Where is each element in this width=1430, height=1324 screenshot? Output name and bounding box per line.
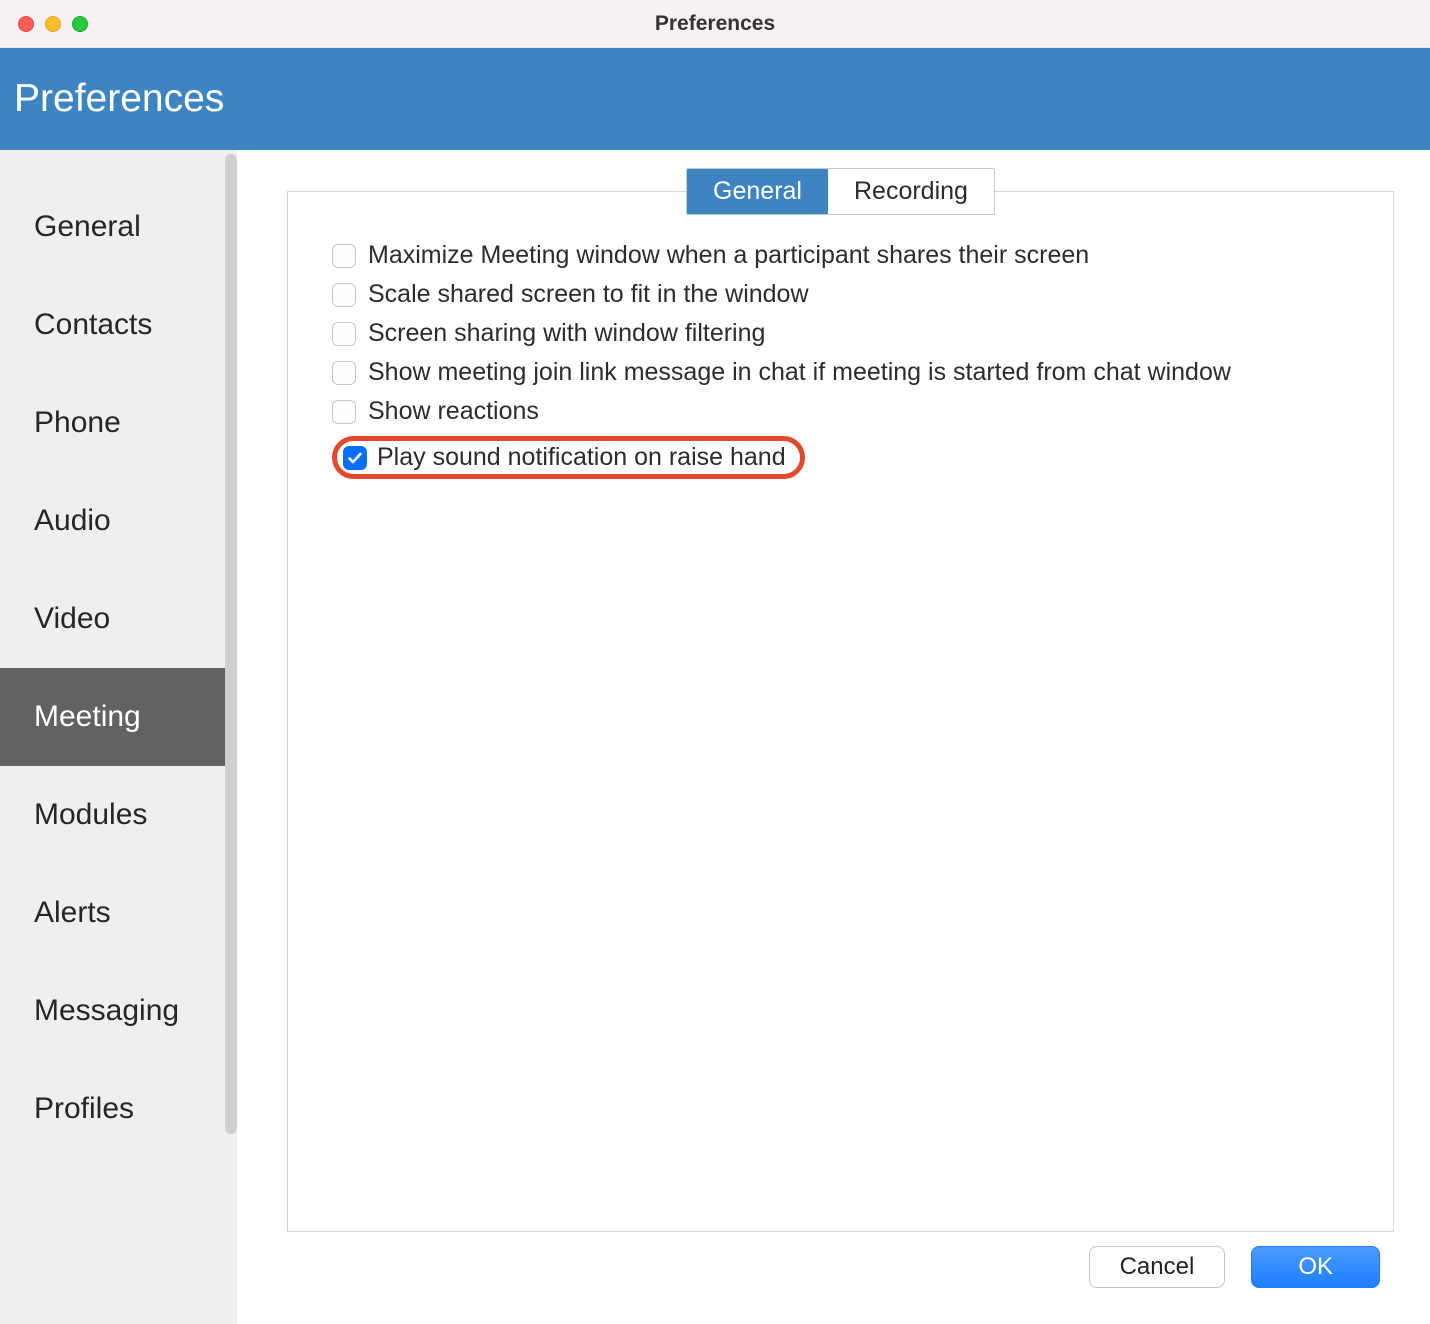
footer: Cancel OK — [287, 1232, 1394, 1306]
checkbox-join-link-chat[interactable] — [332, 361, 356, 385]
page-title: Preferences — [14, 77, 224, 121]
option-raise-hand-sound: Play sound notification on raise hand — [332, 431, 1357, 484]
highlight-annotation: Play sound notification on raise hand — [332, 436, 805, 479]
minimize-window-button[interactable] — [45, 16, 61, 32]
checkbox-window-filtering[interactable] — [332, 322, 356, 346]
option-show-reactions: Show reactions — [332, 392, 1357, 431]
main: GeneralContactsPhoneAudioVideoMeetingMod… — [0, 150, 1430, 1324]
option-label: Screen sharing with window filtering — [368, 319, 765, 348]
checkbox-show-reactions[interactable] — [332, 400, 356, 424]
sidebar-item-general[interactable]: General — [0, 178, 237, 276]
cancel-button[interactable]: Cancel — [1089, 1246, 1226, 1288]
sidebar-item-contacts[interactable]: Contacts — [0, 276, 237, 374]
sidebar-item-alerts[interactable]: Alerts — [0, 864, 237, 962]
option-label: Show meeting join link message in chat i… — [368, 358, 1231, 387]
sidebar-item-video[interactable]: Video — [0, 570, 237, 668]
sidebar-item-audio[interactable]: Audio — [0, 472, 237, 570]
option-label: Scale shared screen to fit in the window — [368, 280, 809, 309]
titlebar: Preferences — [0, 0, 1430, 48]
zoom-window-button[interactable] — [72, 16, 88, 32]
checkbox-raise-hand-sound[interactable] — [343, 446, 367, 470]
sidebar-item-meeting[interactable]: Meeting — [0, 668, 237, 766]
option-window-filtering: Screen sharing with window filtering — [332, 314, 1357, 353]
option-scale-shared-screen: Scale shared screen to fit in the window — [332, 275, 1357, 314]
option-label: Show reactions — [368, 397, 539, 426]
close-window-button[interactable] — [18, 16, 34, 32]
window-title: Preferences — [655, 12, 775, 36]
ok-button[interactable]: OK — [1251, 1246, 1380, 1288]
settings-panel: Maximize Meeting window when a participa… — [287, 191, 1394, 1232]
option-label: Play sound notification on raise hand — [377, 443, 786, 472]
sidebar-item-messaging[interactable]: Messaging — [0, 962, 237, 1060]
page-header: Preferences — [0, 48, 1430, 150]
option-maximize-on-share: Maximize Meeting window when a participa… — [332, 236, 1357, 275]
tab-general[interactable]: General — [687, 169, 828, 214]
sidebar-item-phone[interactable]: Phone — [0, 374, 237, 472]
sidebar-item-modules[interactable]: Modules — [0, 766, 237, 864]
checkbox-scale-shared-screen[interactable] — [332, 283, 356, 307]
tabs: GeneralRecording — [287, 168, 1394, 215]
checkbox-maximize-on-share[interactable] — [332, 244, 356, 268]
sidebar: GeneralContactsPhoneAudioVideoMeetingMod… — [0, 150, 237, 1324]
option-join-link-chat: Show meeting join link message in chat i… — [332, 353, 1357, 392]
content: GeneralRecording Maximize Meeting window… — [237, 150, 1430, 1324]
option-label: Maximize Meeting window when a participa… — [368, 241, 1089, 270]
tab-recording[interactable]: Recording — [828, 169, 994, 214]
sidebar-item-profiles[interactable]: Profiles — [0, 1060, 237, 1158]
sidebar-scrollbar[interactable] — [225, 154, 237, 1134]
window-controls — [18, 16, 88, 32]
